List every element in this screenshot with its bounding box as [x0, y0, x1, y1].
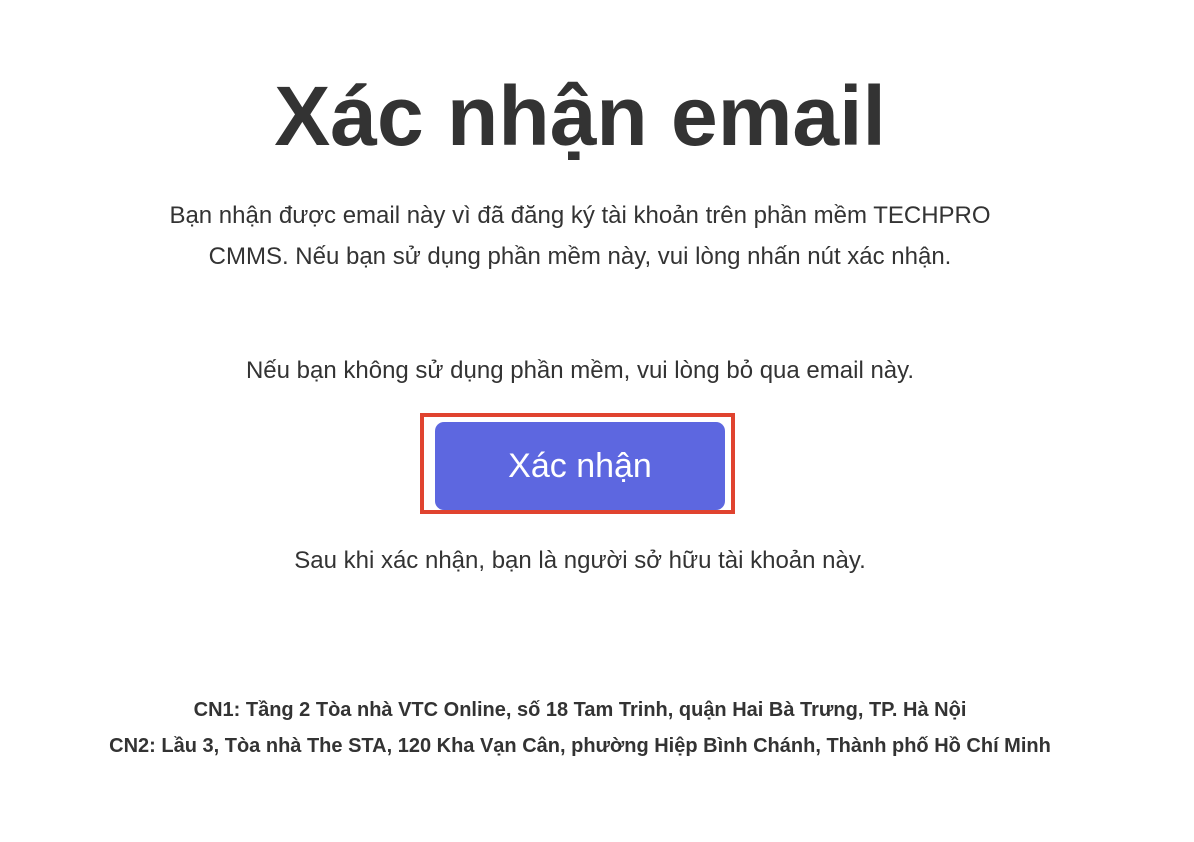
email-body: Xác nhận email Bạn nhận được email này v… — [0, 0, 1194, 842]
ignore-note: Nếu bạn không sử dụng phần mềm, vui lòng… — [245, 357, 915, 384]
email-title: Xác nhận email — [274, 69, 886, 163]
footer-addresses: CN1: Tầng 2 Tòa nhà VTC Online, số 18 Ta… — [30, 692, 1130, 764]
after-confirm-note: Sau khi xác nhận, bạn là người sở hữu tà… — [294, 547, 866, 574]
intro-text: Bạn nhận được email này vì đã đăng ký tà… — [169, 202, 991, 270]
footer-branch-2: CN2: Lầu 3, Tòa nhà The STA, 120 Kha Vạn… — [109, 735, 1051, 757]
footer-branch-1: CN1: Tầng 2 Tòa nhà VTC Online, số 18 Ta… — [193, 699, 967, 721]
confirm-button[interactable]: Xác nhận — [435, 422, 725, 510]
